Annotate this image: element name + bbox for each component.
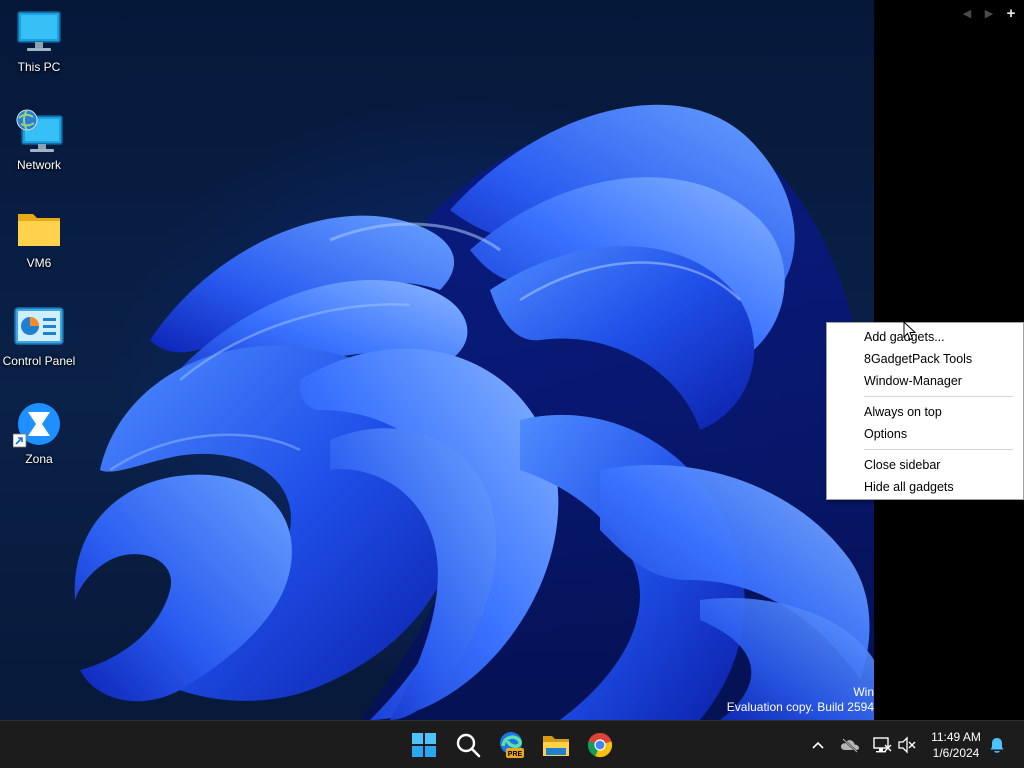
sidebar-prev-button[interactable]: ◀ (960, 6, 974, 22)
menu-item-window-manager[interactable]: Window-Manager (827, 370, 1023, 392)
menu-item-add-gadgets[interactable]: Add gadgets... (827, 326, 1023, 348)
clock-time: 11:49 AM (931, 730, 981, 744)
desktop-icon-label: Network (16, 158, 61, 172)
network-globe-monitor-icon (13, 108, 65, 154)
tray-show-hidden-icons[interactable] (806, 733, 830, 757)
network-disconnected-icon (873, 737, 892, 753)
desktop-icon-label: Zona (25, 452, 53, 466)
screen: This PC Network VM6 Control Panel Zona W… (0, 0, 1024, 768)
menu-item-hide-all-gadgets[interactable]: Hide all gadgets (827, 476, 1023, 498)
menu-separator (864, 449, 1013, 450)
desktop-icon-label: This PC (17, 60, 61, 74)
menu-separator (864, 396, 1013, 397)
sidebar-next-button[interactable]: ▶ (982, 6, 996, 22)
chevron-up-icon (812, 741, 824, 749)
desktop-icon-label: Control Panel (2, 354, 76, 368)
control-panel-icon (13, 304, 65, 350)
desktop-icon-network[interactable]: Network (0, 100, 78, 180)
edge-pre-badge: PRE (508, 751, 523, 758)
taskbar: PRE 11:49 AM 1/6/2024 (0, 720, 1024, 768)
desktop-icon-this-pc[interactable]: This PC (0, 2, 78, 82)
wallpaper-bloom (74, 104, 874, 720)
zona-app-shortcut-icon (12, 402, 65, 448)
taskbar-search-button[interactable] (452, 729, 484, 761)
sidebar-add-gadget-button[interactable]: + (1004, 6, 1018, 22)
tray-notifications[interactable] (985, 733, 1009, 757)
desktop-icon-control-panel[interactable]: Control Panel (0, 296, 78, 376)
clock-date: 1/6/2024 (932, 746, 980, 760)
desktop-icon-vm6[interactable]: VM6 (0, 198, 78, 278)
evaluation-watermark: Win Evaluation copy. Build 2594 (727, 685, 874, 715)
monitor-icon (13, 10, 65, 56)
sidebar-context-menu: Add gadgets... 8GadgetPack Tools Window-… (826, 322, 1024, 500)
mouse-cursor-icon (903, 321, 916, 341)
taskbar-file-explorer-button[interactable] (540, 729, 572, 761)
desktop[interactable]: This PC Network VM6 Control Panel Zona (0, 0, 874, 720)
file-explorer-icon (543, 736, 569, 756)
taskbar-edge-preview-button[interactable]: PRE (496, 729, 528, 761)
tray-volume[interactable] (895, 733, 919, 757)
taskbar-clock[interactable]: 11:49 AM 1/6/2024 (922, 729, 990, 761)
windows-start-icon (412, 733, 436, 757)
menu-item-close-sidebar[interactable]: Close sidebar (827, 454, 1023, 476)
chrome-icon (587, 732, 613, 758)
watermark-line-1: Win (853, 685, 874, 699)
cloud-offline-icon (841, 738, 859, 753)
menu-item-always-on-top[interactable]: Always on top (827, 401, 1023, 423)
taskbar-start-button[interactable] (408, 729, 440, 761)
tray-network[interactable] (870, 733, 894, 757)
desktop-icon-zona[interactable]: Zona (0, 394, 78, 474)
sidebar-controls: ◀ ▶ + (960, 6, 1018, 22)
taskbar-chrome-button[interactable] (584, 729, 616, 761)
edge-pre-icon: PRE (500, 732, 524, 758)
desktop-icon-label: VM6 (26, 256, 52, 270)
search-icon (456, 733, 481, 758)
tray-onedrive[interactable] (838, 733, 862, 757)
menu-item-8gadgetpack-tools[interactable]: 8GadgetPack Tools (827, 348, 1023, 370)
watermark-line-2: Evaluation copy. Build 2594 (726, 700, 874, 714)
speaker-muted-icon (898, 736, 916, 754)
menu-item-options[interactable]: Options (827, 423, 1023, 445)
folder-icon (13, 206, 65, 252)
bell-icon (990, 738, 1004, 753)
